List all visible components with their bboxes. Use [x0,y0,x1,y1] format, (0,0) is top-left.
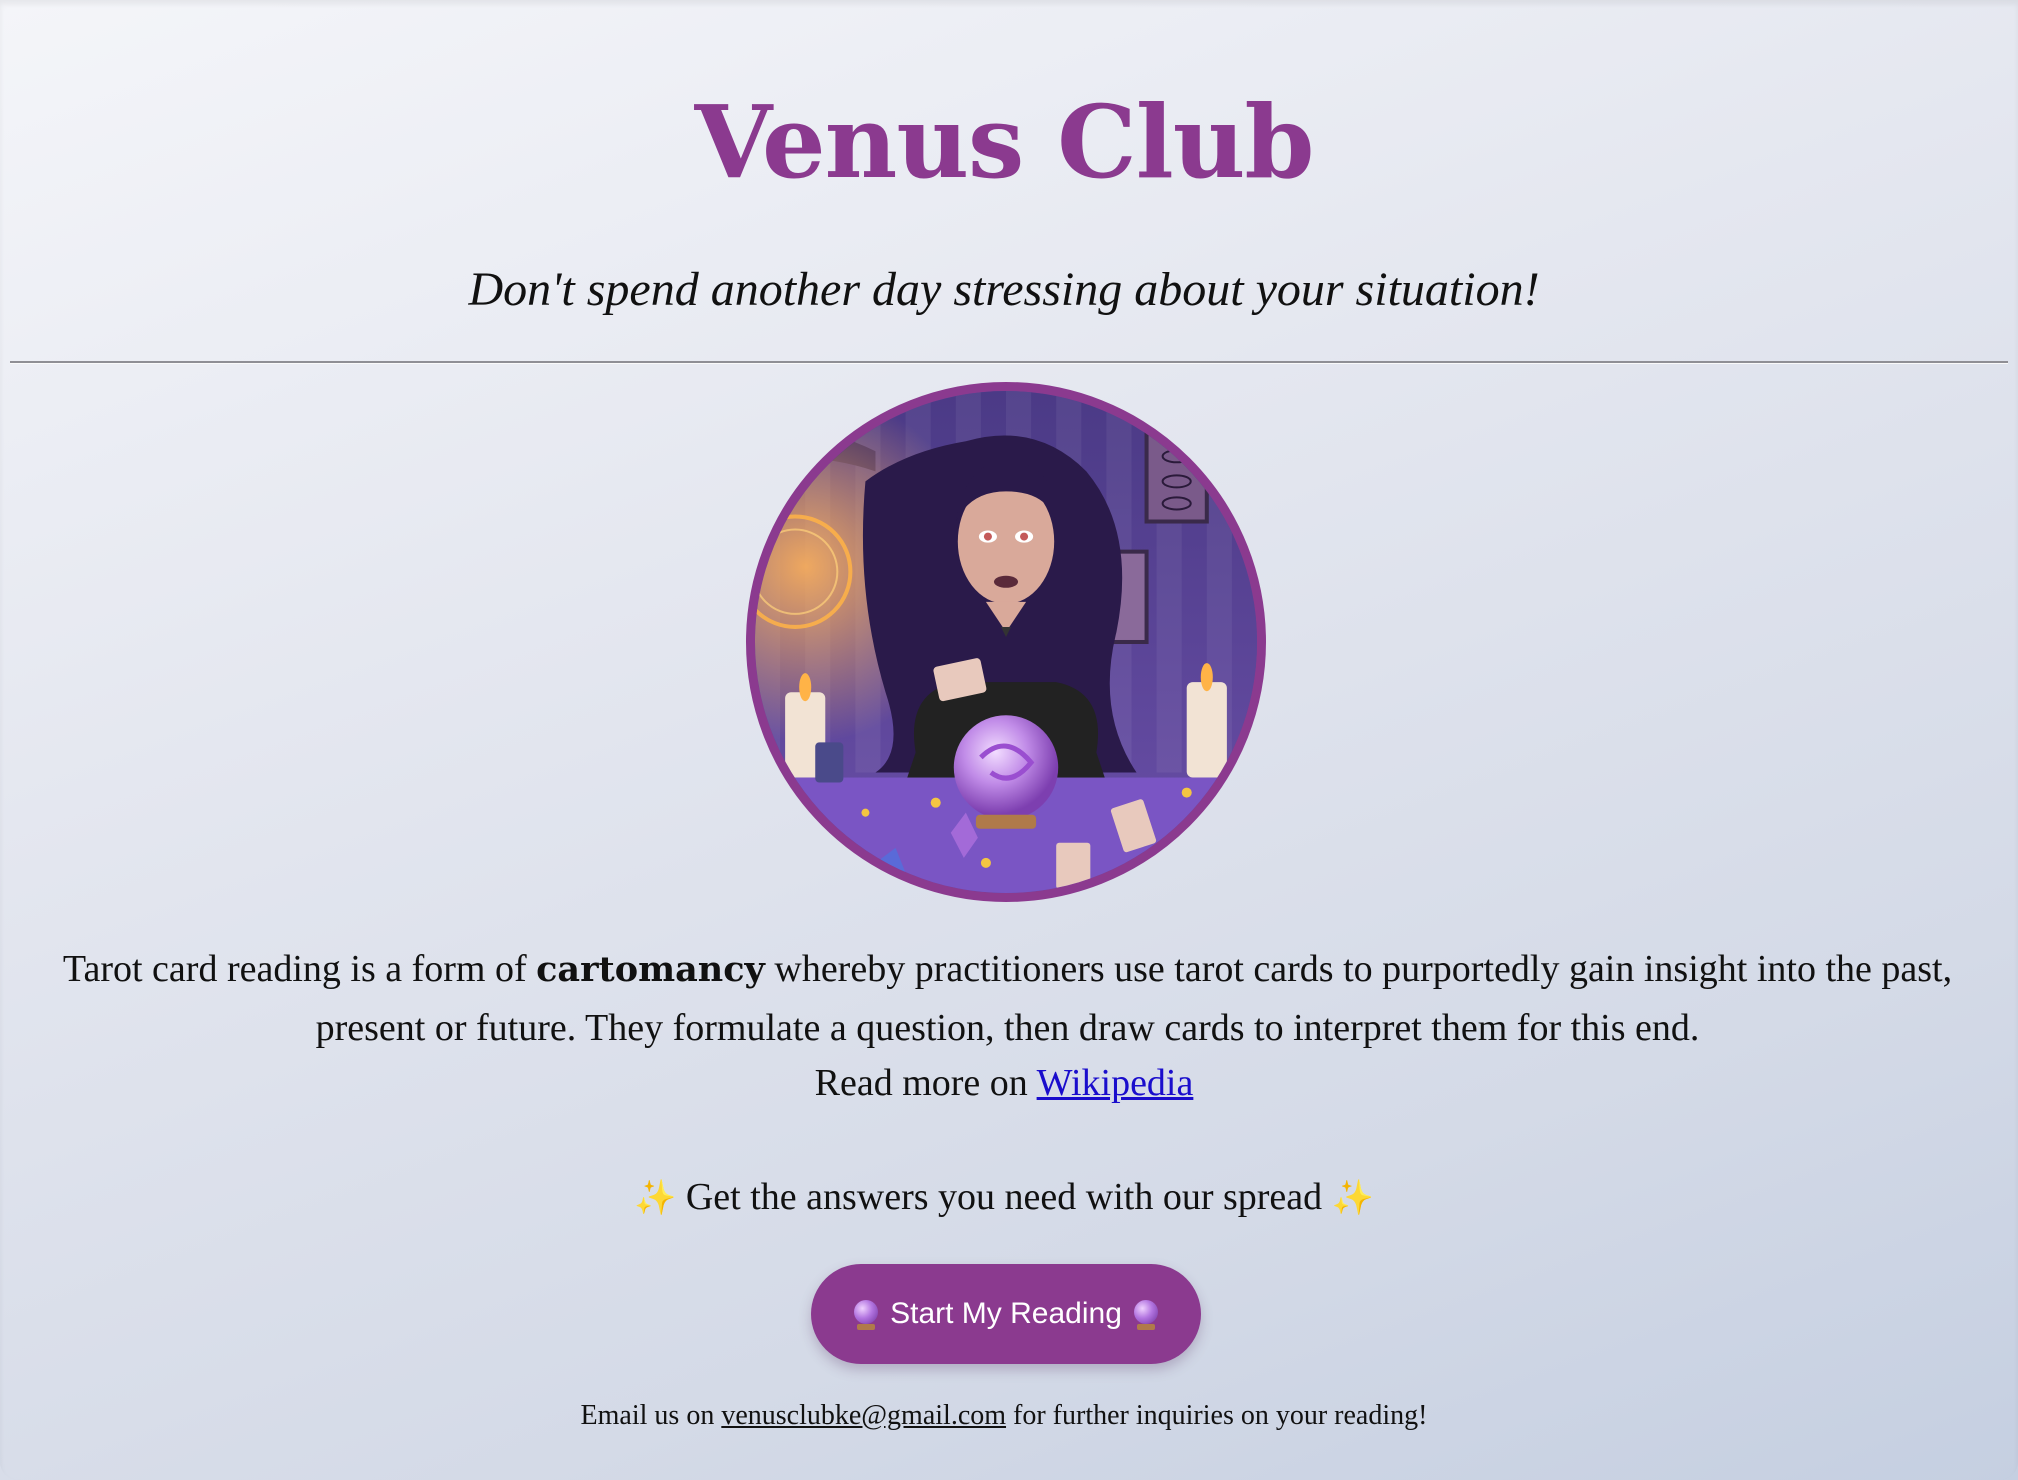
site-title: Venus Club [694,83,1315,201]
cta-line-text: Get the answers you need with our spread [676,1176,1332,1218]
start-reading-label: Start My Reading [890,1297,1122,1330]
start-reading-button[interactable]: Start My Reading [811,1264,1201,1364]
intro-paragraph: Tarot card reading is a form of cartoman… [40,940,1975,1057]
intro-bold-term: cartomancy [536,949,765,990]
sparkles-icon: ✨ [1331,1178,1374,1218]
divider [10,361,2008,364]
crystal-ball-icon [1133,1300,1158,1330]
wikipedia-link[interactable]: Wikipedia [1037,1062,1194,1104]
tarot-reader-illustration [755,391,1257,893]
sparkles-icon: ✨ [633,1178,677,1218]
tagline: Don't spend another day stressing about … [468,263,1540,316]
crystal-ball-icon [854,1300,879,1330]
footer-suffix: for further inquiries on your reading! [1006,1400,1428,1431]
read-more-prefix: Read more on [814,1062,1037,1104]
page: Venus Club Don't spend another day stres… [0,0,2018,1480]
hero-image [746,382,1266,902]
read-more-line: Read more on Wikipedia [0,1054,2008,1112]
intro-text-before: Tarot card reading is a form of [62,948,537,990]
email-link[interactable]: venusclubke@gmail.com [721,1400,1006,1431]
cta-text: ✨ Get the answers you need with our spre… [0,1170,2008,1225]
footer-prefix: Email us on [580,1400,722,1431]
footer-contact: Email us on venusclubke@gmail.com for fu… [0,1396,2008,1436]
